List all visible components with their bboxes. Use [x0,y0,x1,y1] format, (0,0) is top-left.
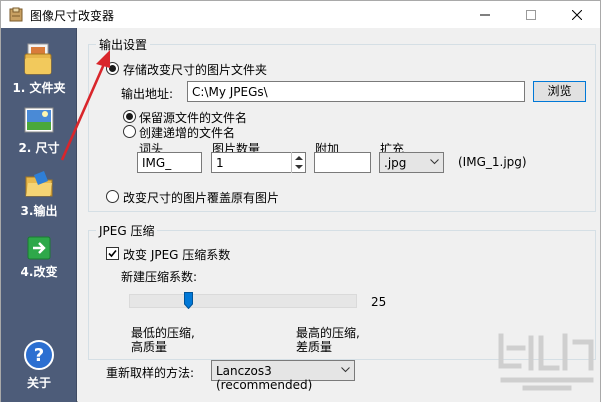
resample-label: 重新取样的方法: [106,366,195,380]
output-settings-title: 输出设置 [96,36,151,53]
max-compression-label-line2: 差质量 [296,340,333,354]
checkmark-icon [108,249,117,258]
folder-photos-icon [24,43,52,75]
image-resize-icon [24,107,54,133]
watermark-logo [498,333,594,391]
prefix-input[interactable]: IMG_ [137,152,202,173]
slider-thumb-icon [183,292,193,310]
chevron-down-icon [430,159,439,165]
sidebar-item-label: 关于 [26,376,51,390]
window-title: 图像尺寸改变器 [30,9,115,23]
overwrite-label: 改变尺寸的图片覆盖原有图片 [123,191,280,205]
sidebar-item-label: 2. 尺寸 [18,141,60,155]
title-bar: 图像尺寸改变器 [1,1,600,28]
sidebar-item-label: 1. 文件夹 [12,81,66,95]
sidebar-item-label: 4.改变 [20,265,58,279]
min-compression-label-line2: 高质量 [131,340,168,354]
filename-preview: (IMG_1.jpg) [458,155,527,169]
overwrite-radio[interactable] [106,190,119,203]
compression-slider-thumb[interactable] [183,292,193,310]
close-button[interactable] [554,1,600,28]
new-factor-label: 新建压缩系数: [121,270,198,284]
sidebar-item-about[interactable]: ? 关于 [1,339,77,391]
spinner-arrows-icon [295,156,303,169]
change-jpeg-checkbox[interactable] [106,247,119,260]
store-folder-radio[interactable] [106,62,119,75]
close-icon [572,9,582,20]
minimize-icon [480,14,490,15]
store-folder-label: 存储改变尺寸的图片文件夹 [123,63,268,77]
sidebar-item-label: 3.输出 [20,204,58,218]
count-spinner[interactable] [291,152,305,173]
output-path-input[interactable]: C:\My JPEGs\ [187,81,525,102]
suffix-input[interactable] [314,152,371,173]
browse-button[interactable]: 浏览 [533,81,586,102]
green-arrow-icon [27,236,51,260]
sidebar-item-output[interactable]: 3.输出 [1,169,77,219]
sidebar: 1. 文件夹 2. 尺寸 3.输出 4.改变 ? 关于 [1,28,77,402]
compression-slider[interactable] [129,294,357,308]
app-icon [9,7,23,22]
compression-value: 25 [371,295,387,309]
change-jpeg-label: 改变 JPEG 压缩系数 [123,248,231,262]
resample-value: Lanczos3 (recommended) [216,364,313,392]
minimize-button[interactable] [462,1,508,28]
extension-select[interactable]: .jpg [379,152,444,173]
create-filename-radio[interactable] [123,125,136,138]
chevron-down-icon [341,367,350,373]
sidebar-item-size[interactable]: 2. 尺寸 [1,106,77,156]
jpeg-compression-title: JPEG 压缩 [96,222,158,239]
resample-select[interactable]: Lanczos3 (recommended) [211,360,355,392]
output-path-label: 输出地址: [121,87,174,101]
output-folder-icon [25,171,53,197]
sidebar-item-folder[interactable]: 1. 文件夹 [1,42,77,96]
extension-value: .jpg [384,156,407,170]
app-window: 图像尺寸改变器 1. 文件夹 2. 尺寸 3.输出 4.改变 ? 关于 输出设置… [0,0,601,402]
keep-filename-radio[interactable] [123,110,136,123]
create-filename-label: 创建递增的文件名 [139,126,236,140]
maximize-icon [526,9,536,20]
sidebar-item-change[interactable]: 4.改变 [1,236,77,280]
svg-text:?: ? [34,345,44,366]
maximize-button[interactable] [508,1,554,28]
help-icon: ? [24,340,54,370]
